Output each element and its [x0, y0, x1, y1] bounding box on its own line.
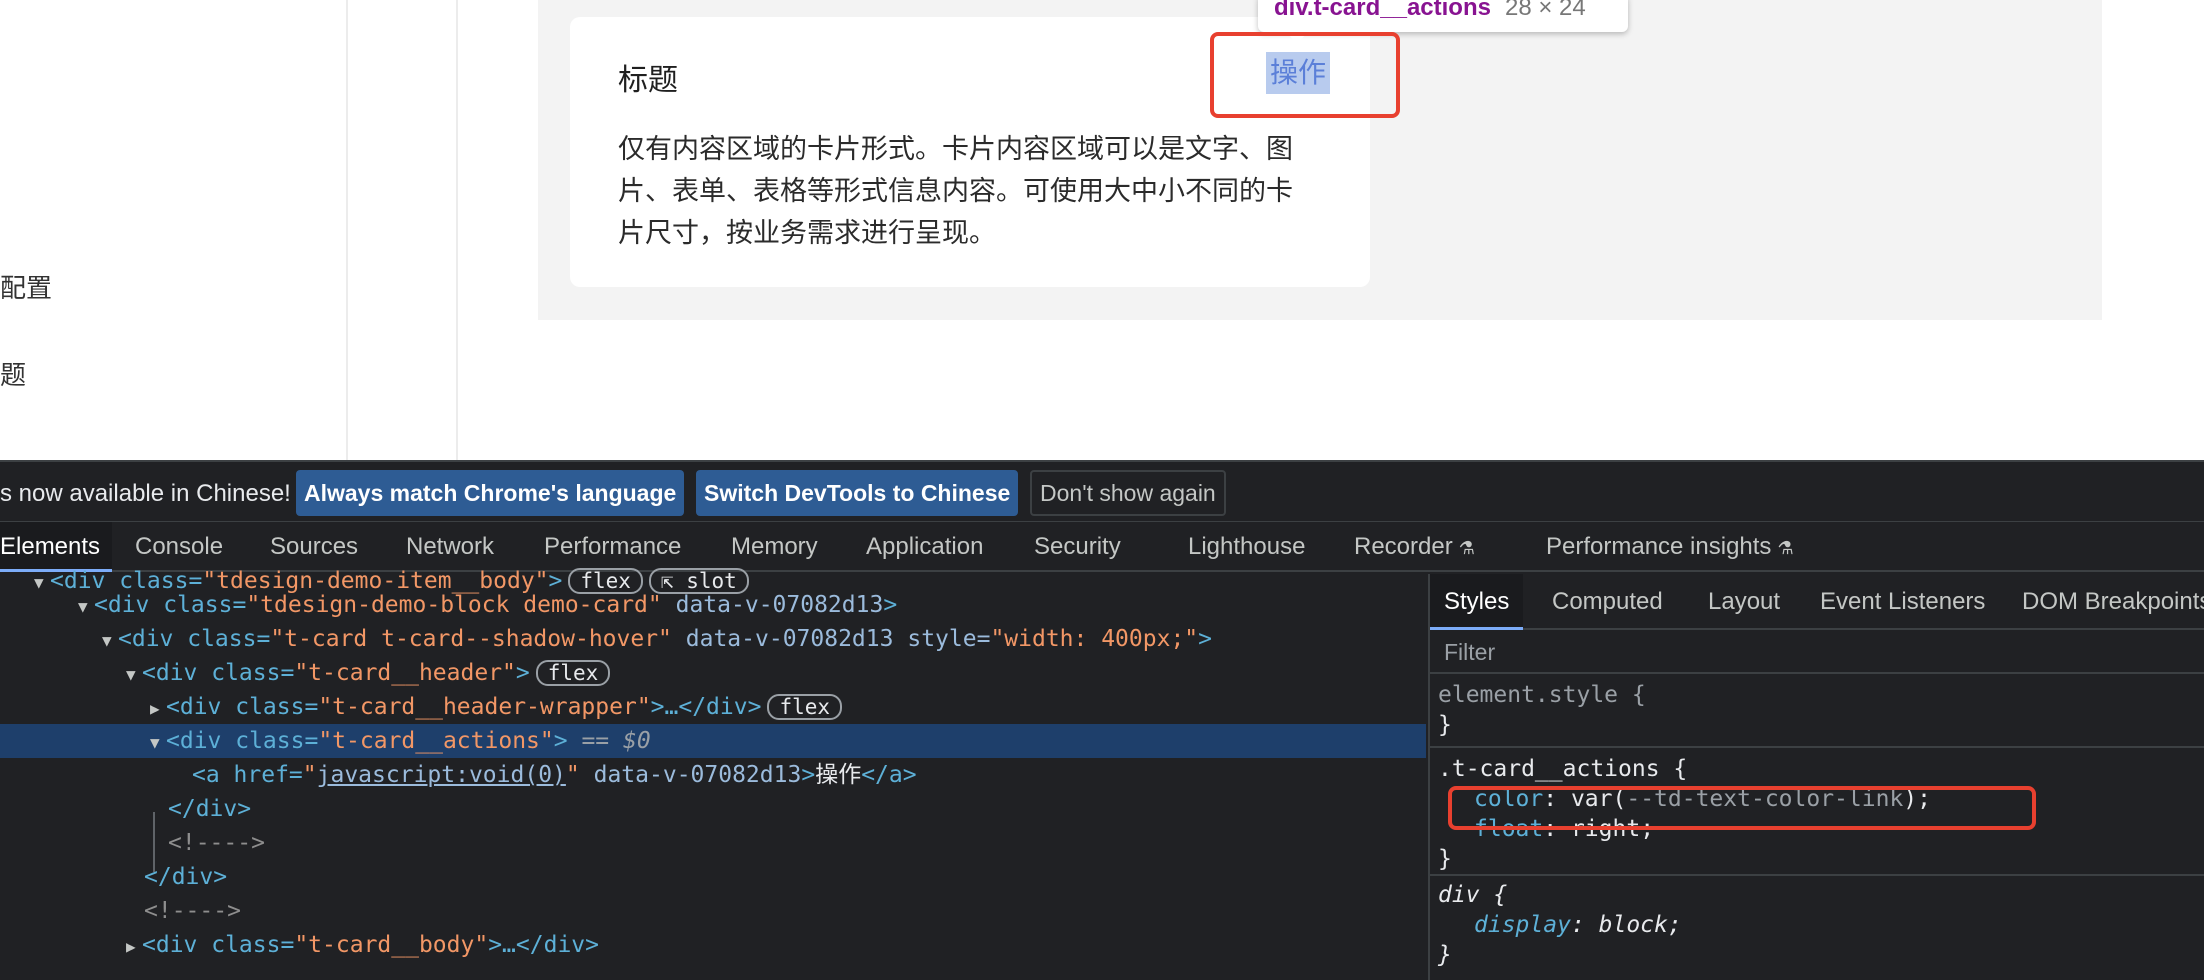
selected-node-marker: == $0	[581, 728, 651, 754]
css-prop-display[interactable]: display: block;	[1438, 910, 2204, 940]
dom-comment-row[interactable]: <!---->	[0, 826, 1426, 860]
tab-performance-insights[interactable]: Performance insights ⚗	[1546, 522, 1794, 572]
css-rule-element-style: element.style { }	[1430, 676, 2204, 748]
web-page: 配置 题 标题 仅有内容区域的卡片形式。卡片内容区域可以是文字、图片、表单、表格…	[0, 0, 2204, 460]
flask-icon: ⚗	[1458, 538, 1475, 558]
expand-triangle-icon[interactable]: ▶	[150, 692, 166, 726]
dom-node-row-selected[interactable]: ▼ <div class="t-card__actions"> == $0	[0, 724, 1426, 758]
dom-comment-row[interactable]: <!---->	[0, 894, 1426, 928]
collapse-triangle-icon[interactable]: ▼	[150, 726, 166, 760]
tooltip-size: 28 × 24	[1504, 0, 1586, 21]
expand-triangle-icon[interactable]: ▶	[126, 930, 142, 964]
elements-tree: ▼ <div class="tdesign-demo-item__body"> fl…	[0, 568, 1426, 980]
devtools-panel: s now available in Chinese! Always match…	[0, 460, 2204, 980]
switch-to-chinese-button[interactable]: Switch DevTools to Chinese	[696, 470, 1019, 516]
css-rule-div-user-agent: div { display: block; }	[1430, 876, 2204, 980]
tree-guide-line	[153, 812, 155, 872]
flex-badge[interactable]: flex	[767, 694, 843, 720]
flask-icon: ⚗	[1777, 538, 1794, 558]
styles-tab-bar: Styles Computed Layout Event Listeners D…	[1430, 574, 2204, 630]
card-body-text: 仅有内容区域的卡片形式。卡片内容区域可以是文字、图片、表单、表格等形式信息内容。…	[618, 134, 1293, 249]
tab-recorder-label: Recorder	[1354, 533, 1453, 560]
tab-layout[interactable]: Layout	[1708, 574, 1780, 630]
sidebar-divider	[346, 0, 348, 460]
language-infobar: s now available in Chinese! Always match…	[0, 460, 2204, 522]
dom-node-row[interactable]: ▼ <div class="t-card t-card--shadow-hover…	[0, 622, 1426, 656]
tab-computed[interactable]: Computed	[1552, 574, 1663, 630]
dom-node-row[interactable]: ▶ <div class="t-card__header-wrapper">…</…	[0, 690, 1426, 724]
tab-event-listeners[interactable]: Event Listeners	[1820, 574, 1985, 630]
tab-performance-insights-label: Performance insights	[1546, 533, 1772, 560]
styles-pane: Styles Computed Layout Event Listeners D…	[1428, 574, 2204, 980]
inspect-tooltip: div.t-card__actions 28 × 24	[1258, 0, 1628, 32]
anchor-divider	[456, 0, 458, 460]
dom-node-row[interactable]: <a href="javascript:void(0)" data-v-0708…	[0, 758, 1426, 792]
dom-node-row[interactable]: ▶ <div class="t-card__body">…</div>	[0, 928, 1426, 962]
styles-filter-input[interactable]: Filter	[1430, 630, 2204, 674]
highlight-box-color-prop	[1448, 786, 2036, 830]
collapse-triangle-icon[interactable]: ▼	[126, 658, 142, 692]
card-title: 标题	[618, 63, 678, 98]
sidebar-item-topic[interactable]: 题	[0, 355, 26, 392]
dom-node-row[interactable]: </div>	[0, 860, 1426, 894]
tab-dom-breakpoints[interactable]: DOM Breakpoints	[2022, 574, 2204, 630]
dont-show-again-button[interactable]: Don't show again	[1030, 470, 1226, 516]
collapse-triangle-icon[interactable]: ▼	[78, 590, 94, 624]
flex-badge[interactable]: flex	[535, 660, 611, 686]
language-message: s now available in Chinese!	[0, 480, 291, 507]
dom-node-row[interactable]: ▼ <div class="tdesign-demo-block demo-car…	[0, 588, 1426, 622]
collapse-triangle-icon[interactable]: ▼	[102, 624, 118, 658]
href-link[interactable]: javascript:void(0)	[317, 762, 566, 788]
highlight-box-action	[1210, 32, 1400, 118]
tooltip-selector: div.t-card__actions	[1274, 0, 1491, 21]
always-match-language-button[interactable]: Always match Chrome's language	[296, 470, 685, 516]
dom-node-row[interactable]: ▼ <div class="t-card__header"> flex	[0, 656, 1426, 690]
tab-styles[interactable]: Styles	[1430, 574, 1524, 630]
sidebar-item-config[interactable]: 配置	[0, 268, 52, 305]
dom-node-row[interactable]: </div>	[0, 792, 1426, 826]
